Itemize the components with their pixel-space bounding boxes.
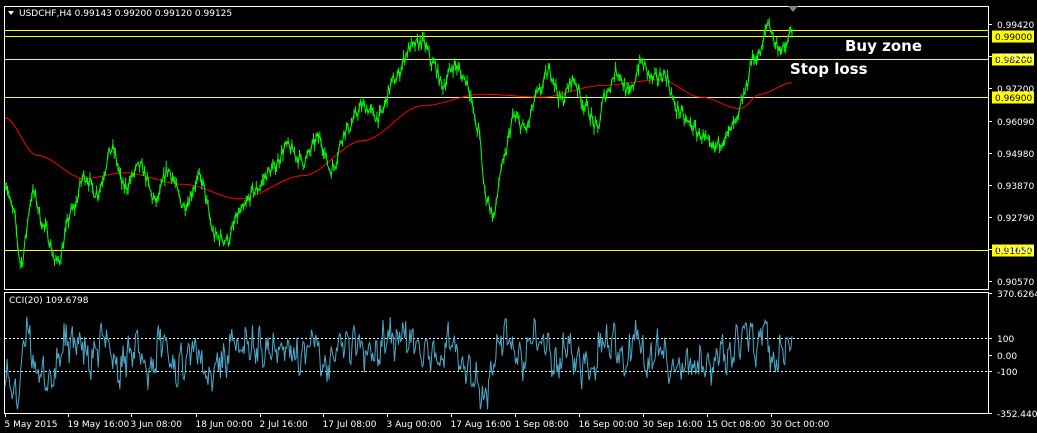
time-axis-tick-label: 3 Aug 00:00	[387, 420, 442, 430]
cci-axis-tick-label: 0.00	[997, 352, 1017, 362]
price-axis-tick-label: 0.98310	[997, 53, 1034, 63]
cci-axis-tick-label: -100	[997, 368, 1018, 378]
time-axis-tick-label: 17 Jul 08:00	[323, 420, 377, 430]
chart-shift-marker-icon[interactable]	[788, 6, 798, 12]
time-axis-tick-label: 18 Jun 00:00	[196, 420, 253, 430]
price-axis-tick-label: 0.99420	[997, 21, 1034, 31]
price-chart-title: USDCHF,H4 0.99143 0.99200 0.99120 0.9912…	[19, 9, 232, 19]
price-axis-tick-label: 0.90570	[997, 278, 1034, 288]
cci-axis-tick-label: -352.4400	[997, 410, 1037, 420]
time-axis-tick-label: 16 Sep 00:00	[579, 420, 639, 430]
time-axis[interactable]: 5 May 2015 19 May 16:00 3 Jun 08:00 18 Jun …	[5, 413, 830, 430]
cci-axis-tick-label: 100	[997, 335, 1014, 345]
cci-axis-tick-label: 370.6264	[997, 290, 1037, 300]
cci-line	[4, 316, 793, 410]
price-axis-tick-label: 0.93870	[997, 182, 1034, 192]
time-axis-tick-label: 3 Jun 08:00	[131, 420, 183, 430]
time-axis-tick-label: 2 Jul 16:00	[260, 420, 309, 430]
time-axis-tick-label: 30 Oct 00:00	[771, 420, 830, 430]
horizontal-levels[interactable]: 0.990000.982000.969000.91650	[5, 30, 1034, 258]
chart-window[interactable]: 0.99000 0.98200 0.96900 0.91650 0.99420 0.98…	[0, 0, 1037, 433]
price-axis-tick-label: 0.92790	[997, 214, 1034, 224]
cci-series-layer	[4, 316, 988, 410]
cci-axis: 370.6264 100 0.00 -100 -352.4400	[988, 290, 1037, 420]
level-price-tag-text: 0.96900	[995, 94, 1032, 104]
price-axis-tick-label: 0.96090	[997, 118, 1034, 128]
price-panel-frame	[4, 6, 989, 290]
price-bars	[4, 18, 793, 269]
price-axis-tick-label: 0.91680	[997, 246, 1034, 256]
cci-panel-title: CCI(20) 109.6798	[9, 296, 89, 306]
time-axis-tick-label: 5 May 2015	[5, 420, 58, 430]
time-axis-tick-label: 19 May 16:00	[68, 420, 130, 430]
price-line	[4, 22, 793, 266]
price-axis-tick-label: 0.94980	[997, 150, 1034, 160]
annotations: Buy zone Stop loss	[790, 37, 922, 78]
price-series-layer	[4, 18, 793, 269]
time-axis-tick-label: 1 Sep 08:00	[515, 420, 570, 430]
price-axis-tick-label: 0.97200	[997, 85, 1034, 95]
annotation-label: Buy zone	[845, 37, 922, 55]
chart-canvas[interactable]: 0.990000.982000.969000.91650 0.99420 0.98…	[0, 0, 1037, 433]
annotation-label: Stop loss	[790, 60, 868, 78]
time-axis-tick-label: 30 Sep 16:00	[643, 420, 703, 430]
level-price-tag-text: 0.99000	[995, 33, 1032, 43]
time-axis-tick-label: 15 Oct 08:00	[707, 420, 766, 430]
symbol-menu-triangle-icon[interactable]	[8, 11, 14, 15]
time-axis-tick-label: 17 Aug 16:00	[451, 420, 512, 430]
